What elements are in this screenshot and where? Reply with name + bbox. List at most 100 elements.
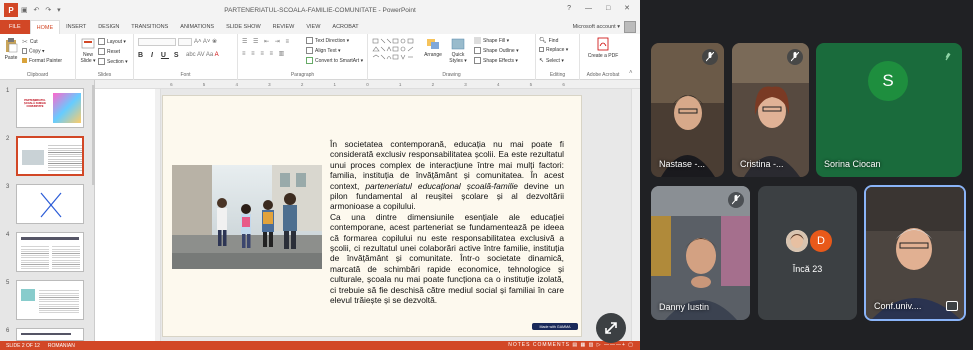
text-direction-button[interactable]: Text Direction ▾ xyxy=(306,37,349,44)
tab-animations[interactable]: ANIMATIONS xyxy=(174,20,220,34)
font-name-box[interactable] xyxy=(138,38,176,46)
thumb-number: 6 xyxy=(6,328,10,334)
paragraph-group-label: Paragraph xyxy=(290,72,315,78)
slide-thumbnail-4[interactable] xyxy=(16,232,84,272)
thumb5-text xyxy=(39,289,79,315)
font-style-buttons[interactable]: B I U S xyxy=(138,52,182,59)
tab-design[interactable]: DESIGN xyxy=(92,20,125,34)
participant-tile-conf-univ[interactable]: Conf.univ.... xyxy=(864,185,966,321)
participant-video xyxy=(866,187,964,319)
thumb-number: 2 xyxy=(6,136,10,142)
tab-insert[interactable]: INSERT xyxy=(60,20,92,34)
slides-group: New Slide ▾ Layout ▾ Reset Section ▾ Sli… xyxy=(76,34,134,80)
align-text-button[interactable]: Align Text ▾ xyxy=(306,47,341,54)
paste-label: Paste xyxy=(4,55,18,61)
tab-view[interactable]: VIEW xyxy=(300,20,326,34)
quick-access-toolbar[interactable]: ▣ ↶ ↷ ▾ xyxy=(21,6,63,14)
mic-off-icon xyxy=(702,49,718,65)
align-text-icon xyxy=(306,47,313,54)
copy-button[interactable]: Copy ▾ xyxy=(22,48,45,54)
slide-thumbnail-6[interactable] xyxy=(16,328,84,341)
slide-thumbnail-5[interactable] xyxy=(16,280,84,320)
arrange-icon xyxy=(427,39,439,49)
horizontal-ruler: 6543210123456 xyxy=(95,80,640,89)
slide-thumbnail-1[interactable]: PARTENERIATUL ȘCOALĂ FAMILIE COMUNITATE xyxy=(16,88,84,128)
font-grow-shrink[interactable]: A˄ A˅ ❀ xyxy=(194,38,217,45)
alignment-buttons[interactable]: ≡ ≡ ≡ ≡ ▥ xyxy=(242,50,286,57)
find-button[interactable]: 🔍︎ Find xyxy=(539,37,558,44)
more-participants-tile[interactable]: D Încă 23 xyxy=(758,186,857,320)
thumbnail-scrollbar[interactable] xyxy=(92,85,95,185)
window-controls[interactable]: ? — □ ✕ xyxy=(567,4,636,12)
expand-icon xyxy=(605,322,617,334)
reset-button[interactable]: Reset xyxy=(98,48,120,55)
layout-button[interactable]: Layout ▾ xyxy=(98,38,126,45)
status-bar-controls[interactable]: NOTES COMMENTS ▤ ▦ ▥ ▷ ———+ ▢ xyxy=(508,342,634,348)
participant-tile-nastase[interactable]: Nastase -... xyxy=(651,43,724,177)
list-buttons[interactable]: ☰ ☰ ⇤ ⇥ ≡ xyxy=(242,38,291,45)
smartart-button[interactable]: Convert to SmartArt ▾ xyxy=(306,57,363,64)
thumb-number: 4 xyxy=(6,232,10,238)
replace-button[interactable]: Replace ▾ xyxy=(539,47,568,53)
cursor-icon: ↖ xyxy=(539,58,545,64)
find-label: Find xyxy=(548,37,559,44)
account-avatar[interactable] xyxy=(624,21,636,33)
account-menu[interactable]: Microsoft account ▾ xyxy=(573,24,620,30)
participant-tile-danny[interactable]: Danny Iustin xyxy=(651,186,750,320)
pip-icon[interactable] xyxy=(946,301,958,311)
format-painter-button[interactable]: Format Painter xyxy=(22,58,62,64)
participant-name: Danny Iustin xyxy=(659,302,710,312)
editing-group: 🔍︎ Find Replace ▾ ↖ Select ▾ Editing xyxy=(536,34,580,80)
shape-effects-button[interactable]: Shape Effects ▾ xyxy=(474,57,518,64)
thumb-number: 3 xyxy=(6,184,10,190)
font-size-box[interactable] xyxy=(178,38,192,46)
paragraph-group: ☰ ☰ ⇤ ⇥ ≡ ≡ ≡ ≡ ≡ ▥ Text Direction ▾ Ali… xyxy=(238,34,368,80)
slide-photo[interactable] xyxy=(172,165,322,269)
tab-review[interactable]: REVIEW xyxy=(267,20,301,34)
font-color-buttons[interactable]: abc AV Aa A xyxy=(186,52,219,58)
slide-body-text[interactable]: În societatea contemporană, educația nu … xyxy=(330,139,564,306)
slide-thumbnail-2[interactable] xyxy=(16,136,84,176)
expand-presentation-button[interactable] xyxy=(596,313,626,343)
tab-acrobat[interactable]: ACROBAT xyxy=(326,20,364,34)
effects-icon xyxy=(474,57,481,64)
more-participants-label: Încă 23 xyxy=(792,264,823,274)
create-pdf-label: Create a PDF xyxy=(587,53,619,59)
shape-outline-button[interactable]: Shape Outline ▾ xyxy=(474,47,519,54)
paste-button[interactable]: Paste xyxy=(4,37,18,61)
quick-styles-button[interactable]: Quick Styles ▾ xyxy=(446,38,470,64)
thumb6-title xyxy=(21,333,71,335)
participant-tile-sorina[interactable]: S Sorina Ciocan xyxy=(816,43,962,177)
quick-styles-label: Quick Styles ▾ xyxy=(449,52,467,64)
thumb4-text-left xyxy=(21,245,49,269)
tab-slide-show[interactable]: SLIDE SHOW xyxy=(220,20,267,34)
section-icon xyxy=(98,58,105,65)
acrobat-group-label: Adobe Acrobat xyxy=(586,72,620,78)
replace-label: Replace ▾ xyxy=(546,47,569,53)
section-button[interactable]: Section ▾ xyxy=(98,58,128,65)
thumb-number: 1 xyxy=(6,88,10,94)
select-button[interactable]: ↖ Select ▾ xyxy=(539,57,564,64)
paint-bucket-icon xyxy=(474,37,481,44)
new-slide-button[interactable]: New Slide ▾ xyxy=(79,38,97,64)
smartart-label: Convert to SmartArt ▾ xyxy=(315,57,364,64)
collapse-ribbon-icon[interactable]: ˄ xyxy=(629,70,633,76)
slide-thumbnail-3[interactable] xyxy=(16,184,84,224)
shape-fill-button[interactable]: Shape Fill ▾ xyxy=(474,37,509,44)
arrange-button[interactable]: Arrange xyxy=(422,38,444,58)
shapes-gallery-icon[interactable] xyxy=(372,38,418,62)
slide-paragraph-2: Ca una dintre dimensiunile esențiale ale… xyxy=(330,211,564,306)
create-pdf-button[interactable]: Create a PDF xyxy=(586,37,620,59)
tab-home[interactable]: HOME xyxy=(29,20,61,34)
participant-tile-cristina[interactable]: Cristina -... xyxy=(732,43,809,177)
tab-transitions[interactable]: TRANSITIONS xyxy=(125,20,174,34)
vertical-ruler xyxy=(155,89,161,341)
tab-file[interactable]: FILE xyxy=(0,20,30,34)
language-indicator[interactable]: ROMANIAN xyxy=(48,343,75,349)
slide-scrollbar[interactable] xyxy=(631,89,640,341)
cut-label: Cut xyxy=(29,38,38,45)
drawing-group-label: Drawing xyxy=(442,72,461,78)
cut-button[interactable]: ✂ Cut xyxy=(22,38,38,46)
thumb-number: 5 xyxy=(6,280,10,286)
font-group-label: Font xyxy=(180,72,191,78)
